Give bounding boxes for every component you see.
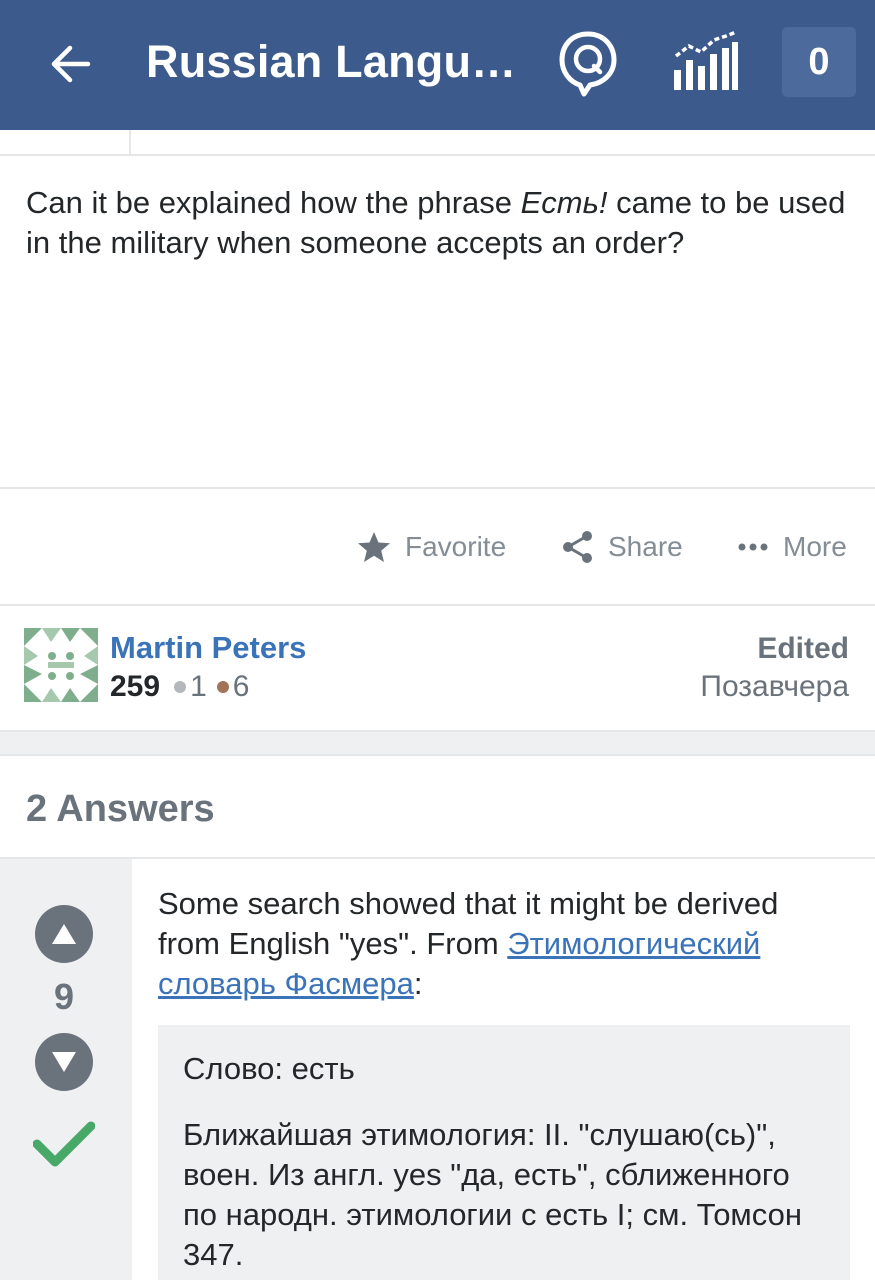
bronze-badge-icon [216,681,229,693]
question-text-start: Can it be explained how the phrase [26,185,521,220]
owner-name-link[interactable]: Martin Peters [110,630,306,666]
favorite-label: Favorite [405,531,507,562]
answer-text-end: : [413,966,423,1001]
answer-blockquote: Слово: есть Ближайшая этимология: II. "с… [158,1025,850,1280]
quote-etymology-line: Ближайшая этимология: II. "слушаю(сь)", … [183,1117,802,1272]
answer-body: Some search showed that it might be deri… [158,884,848,1004]
more-button[interactable]: More [737,527,847,567]
silver-badge-count: 1 [190,670,207,703]
upvote-button[interactable] [35,905,93,963]
share-button[interactable]: Share [562,527,683,567]
star-icon [357,531,391,563]
bronze-badge-count: 6 [232,670,250,703]
answer-score: 9 [53,976,75,1017]
favorite-button[interactable]: Favorite [357,527,506,567]
owner-reputation: 259 1 6 [110,670,255,704]
tags-strip [0,130,875,156]
more-dots-icon [737,542,769,552]
more-label: More [783,531,847,562]
section-divider [0,730,875,756]
accepted-check-icon [32,1120,96,1168]
question-owner-card [0,606,875,730]
achievements-icon[interactable] [670,30,740,94]
question-body: Can it be explained how the phrase Есть!… [26,183,856,263]
share-label: Share [608,531,683,562]
share-icon [562,530,594,564]
app-bar: Russian Langu… 0 [0,0,875,130]
page-title: Russian Langu… [146,36,517,87]
notification-count-badge[interactable]: 0 [782,27,856,97]
question-actions: Favorite Share More [0,487,875,606]
tag-divider [129,130,131,154]
arrow-down-icon [52,1052,76,1072]
question-text-emphasis: Есть! [520,185,608,220]
quote-word-line: Слово: есть [183,1051,355,1086]
avatar[interactable] [24,628,98,702]
inbox-icon[interactable] [556,28,620,98]
back-arrow-icon[interactable] [38,32,102,96]
silver-badge-icon [174,681,187,693]
answers-heading: 2 Answers [26,788,215,830]
arrow-up-icon [52,924,76,944]
downvote-button[interactable] [35,1033,93,1091]
reputation-score: 259 [110,670,161,703]
edited-label[interactable]: Edited [757,632,849,666]
edited-timestamp: Позавчера [700,670,849,703]
